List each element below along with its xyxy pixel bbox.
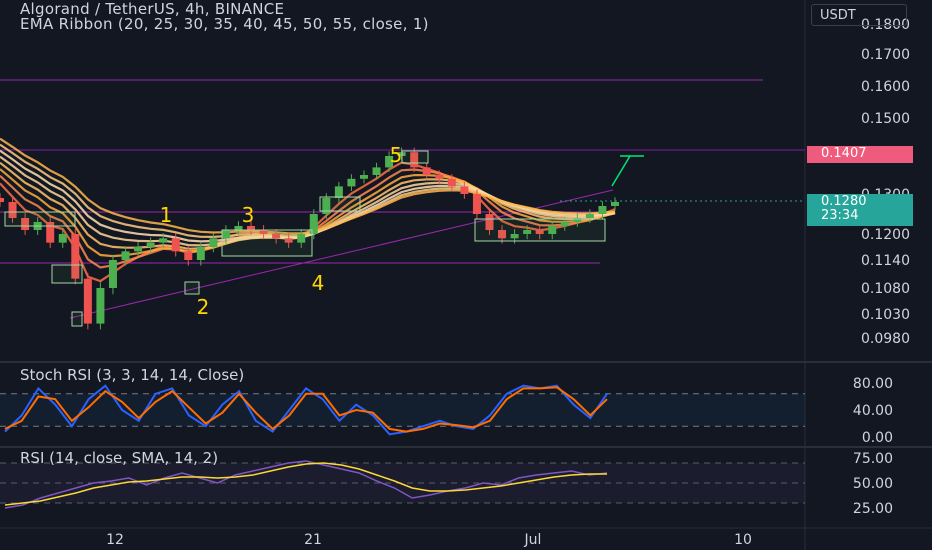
ema-ribbon-legend[interactable]: EMA Ribbon (20, 25, 30, 35, 40, 45, 50, …: [20, 15, 429, 33]
candle-body: [447, 178, 456, 187]
candle-body: [184, 251, 193, 260]
highlight-box: [4, 211, 76, 227]
price-axis-tick: 0.1500: [861, 111, 910, 127]
candle-body: [422, 167, 431, 175]
time-axis-tick: Jul: [524, 532, 542, 548]
price-axis-tick: 0.1140: [861, 253, 910, 269]
candle-body: [435, 175, 444, 179]
candle-body: [460, 186, 469, 194]
candle-body: [96, 288, 105, 324]
highlight-box: [184, 281, 200, 295]
alert-price-tag[interactable]: 0.1407: [807, 146, 913, 163]
candle-body: [146, 242, 155, 247]
currency-button[interactable]: USDT: [811, 4, 907, 26]
price-axis-tick: 0.0980: [861, 331, 910, 347]
highlight-box: [221, 229, 313, 257]
candle-body: [121, 251, 130, 260]
highlight-box: [319, 196, 361, 212]
stoch-axis-tick: 80.00: [853, 376, 893, 392]
last-price-tag: 0.1280 23:34: [807, 194, 913, 226]
candle-body: [0, 198, 4, 202]
chart-canvas[interactable]: 0.18000.17000.16000.15000.13000.12000.11…: [0, 0, 932, 550]
wave-label: 4: [312, 271, 325, 295]
candle-body: [347, 178, 356, 187]
candle-body: [585, 214, 594, 218]
candle-body: [209, 238, 218, 247]
candle-body: [334, 186, 343, 198]
candle-body: [171, 238, 180, 252]
highlight-box: [71, 311, 83, 327]
candle-body: [372, 167, 381, 175]
stoch-axis-tick: 0.00: [862, 430, 893, 446]
wave-label: 5: [390, 143, 403, 167]
stoch-rsi-legend[interactable]: Stoch RSI (3, 3, 14, 14, Close): [20, 366, 244, 384]
candle-body: [159, 238, 168, 243]
candle-body: [359, 175, 368, 179]
candle-body: [58, 234, 67, 243]
stoch-axis-tick: 40.00: [853, 403, 893, 419]
rsi-axis-tick: 50.00: [853, 476, 893, 492]
price-axis-tick: 0.1030: [861, 307, 910, 323]
wave-label: 2: [197, 295, 210, 319]
price-axis-tick: 0.1600: [861, 79, 910, 95]
highlight-box: [51, 264, 83, 284]
time-axis-tick: 10: [734, 532, 752, 548]
stoch-band: [0, 393, 805, 427]
price-axis-tick: 0.1200: [861, 227, 910, 243]
rsi-legend[interactable]: RSI (14, close, SMA, 14, 2): [20, 449, 218, 467]
candle-body: [83, 278, 92, 324]
projection-arrow: [611, 155, 644, 187]
wave-label: 3: [242, 203, 255, 227]
highlight-box: [474, 218, 606, 242]
wave-label: 1: [160, 203, 173, 227]
candle-countdown: 23:34: [821, 208, 859, 223]
price-axis-tick: 0.1700: [861, 47, 910, 63]
last-price-value: 0.1280: [821, 194, 867, 209]
candle-body: [108, 260, 117, 288]
time-axis-tick: 21: [304, 532, 322, 548]
candle-body: [134, 247, 143, 252]
candle-body: [598, 206, 607, 214]
rsi-axis-tick: 25.00: [853, 501, 893, 517]
rsi-axis-tick: 75.00: [853, 451, 893, 467]
candle-body: [611, 202, 619, 206]
candle-body: [472, 194, 481, 214]
candle-body: [196, 247, 205, 260]
highlight-box: [401, 150, 429, 164]
price-axis-tick: 0.1080: [861, 281, 910, 297]
time-axis-tick: 12: [106, 532, 124, 548]
